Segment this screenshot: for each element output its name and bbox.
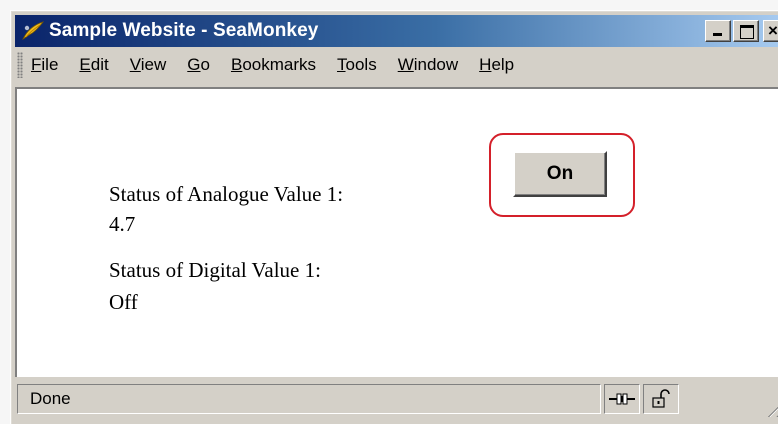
menu-file-rest: ile: [41, 55, 59, 74]
connection-icon: [609, 393, 635, 405]
status-text-panel: Done: [17, 384, 601, 414]
menu-help-accel: H: [479, 55, 492, 74]
digital-status-label: Status of Digital Value 1:: [109, 258, 321, 282]
minimize-button[interactable]: [705, 20, 731, 42]
menu-bookmarks[interactable]: Bookmarks: [231, 55, 316, 75]
toggle-on-button[interactable]: On: [513, 151, 607, 197]
status-text: Done: [30, 389, 71, 408]
security-panel[interactable]: [643, 384, 679, 414]
seamonkey-icon: [22, 21, 45, 40]
resize-grip-icon[interactable]: [767, 395, 778, 417]
page-content: Status of Analogue Value 1: 4.7 Status o…: [15, 87, 778, 377]
maximize-icon: [740, 25, 754, 39]
menu-view-rest: iew: [140, 55, 167, 74]
menu-window-accel: W: [397, 55, 414, 74]
analogue-status-value: 4.7: [109, 212, 136, 236]
title-bar[interactable]: Sample Website - SeaMonkey ×: [15, 15, 778, 47]
analogue-status-label: Status of Analogue Value 1:: [109, 182, 344, 206]
menu-go-accel: G: [187, 55, 201, 74]
menu-bar: File Edit View Go Bookmarks Tools Window…: [15, 49, 778, 81]
browser-window: Sample Website - SeaMonkey × File Edit V…: [10, 10, 778, 424]
minimize-icon: [713, 33, 722, 36]
connection-panel[interactable]: [604, 384, 640, 414]
menu-bookmarks-rest: ookmarks: [242, 55, 317, 74]
menu-view-accel: V: [129, 55, 141, 74]
menu-view[interactable]: View: [130, 55, 167, 75]
menu-go-rest: o: [200, 55, 210, 74]
menu-edit-accel: E: [79, 55, 91, 74]
menu-tools[interactable]: Tools: [337, 55, 377, 75]
menu-edit-rest: dit: [90, 55, 109, 74]
toolbar-grip-icon[interactable]: [17, 52, 23, 78]
menu-file-accel: F: [31, 55, 42, 74]
menu-window[interactable]: Window: [398, 55, 458, 75]
maximize-button[interactable]: [733, 20, 759, 42]
close-button[interactable]: ×: [763, 20, 778, 42]
window-title: Sample Website - SeaMonkey: [49, 20, 319, 41]
close-icon: ×: [768, 21, 778, 40]
digital-status-value: Off: [109, 290, 138, 314]
menu-file[interactable]: File: [31, 55, 58, 75]
menu-tools-rest: ools: [345, 55, 377, 74]
menu-help-rest: elp: [491, 55, 515, 74]
menu-tools-accel: T: [337, 55, 346, 74]
menu-edit[interactable]: Edit: [79, 55, 108, 75]
window-controls: ×: [705, 20, 778, 42]
menu-bookmarks-accel: B: [230, 55, 243, 74]
status-bar: Done: [15, 381, 778, 417]
menu-window-rest: indow: [413, 55, 459, 74]
menu-help[interactable]: Help: [479, 55, 514, 75]
padlock-open-icon: [652, 389, 670, 408]
menu-go[interactable]: Go: [187, 55, 210, 75]
